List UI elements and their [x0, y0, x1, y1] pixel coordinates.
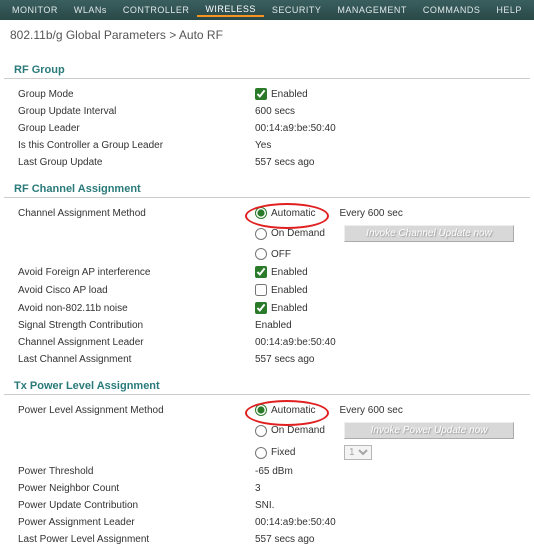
label-avoid-cisco: Avoid Cisco AP load — [0, 285, 255, 296]
text-automatic: Automatic — [271, 405, 315, 416]
label-power-method: Power Level Assignment Method — [0, 405, 255, 416]
row-channel-off: OFF — [0, 245, 534, 263]
section-title-tx-power: Tx Power Level Assignment — [4, 376, 530, 395]
text-automatic: Automatic — [271, 208, 315, 219]
text-channel-every: Every 600 sec — [339, 208, 402, 219]
breadcrumb: 802.11b/g Global Parameters > Auto RF — [0, 20, 534, 52]
label-channel-assignment-leader: Channel Assignment Leader — [0, 337, 255, 348]
label-group-leader: Group Leader — [0, 123, 255, 134]
row-power-neighbor-count: Power Neighbor Count 3 — [0, 480, 534, 497]
checkbox-avoid-foreign[interactable] — [255, 266, 267, 278]
text-power-every: Every 600 sec — [339, 405, 402, 416]
radio-channel-off[interactable] — [255, 248, 267, 260]
row-channel-assignment-leader: Channel Assignment Leader 00:14:a9:be:50… — [0, 334, 534, 351]
label-last-channel-assignment: Last Channel Assignment — [0, 354, 255, 365]
label-group-mode: Group Mode — [0, 89, 255, 100]
value-channel-assignment-leader: 00:14:a9:be:50:40 — [255, 337, 534, 348]
row-avoid-foreign: Avoid Foreign AP interference Enabled — [0, 263, 534, 281]
value-power-threshold: -65 dBm — [255, 466, 534, 477]
invoke-power-update-button[interactable]: Invoke Power Update now — [344, 422, 514, 439]
text-enabled: Enabled — [271, 285, 308, 296]
label-avoid-non80211b: Avoid non-802.11b noise — [0, 303, 255, 314]
value-power-update-contrib: SNI. — [255, 500, 534, 511]
value-power-assignment-leader: 00:14:a9:be:50:40 — [255, 517, 534, 528]
text-fixed: Fixed — [271, 447, 295, 458]
label-last-power-assignment: Last Power Level Assignment — [0, 534, 255, 545]
row-power-method: Power Level Assignment Method Automatic … — [0, 401, 534, 419]
row-channel-method: Channel Assignment Method Automatic Ever… — [0, 204, 534, 222]
row-avoid-cisco: Avoid Cisco AP load Enabled — [0, 281, 534, 299]
checkbox-avoid-non80211b[interactable] — [255, 302, 267, 314]
text-enabled: Enabled — [271, 267, 308, 278]
label-avoid-foreign: Avoid Foreign AP interference — [0, 267, 255, 278]
row-group-leader: Group Leader 00:14:a9:be:50:40 — [0, 120, 534, 137]
nav-controller[interactable]: CONTROLLER — [115, 5, 198, 15]
label-power-update-contrib: Power Update Contribution — [0, 500, 255, 511]
row-last-power-assignment: Last Power Level Assignment 557 secs ago — [0, 531, 534, 548]
section-title-rf-channel: RF Channel Assignment — [4, 179, 530, 198]
value-power-neighbor-count: 3 — [255, 483, 534, 494]
section-title-rf-group: RF Group — [4, 60, 530, 79]
nav-management[interactable]: MANAGEMENT — [329, 5, 415, 15]
value-last-group-update: 557 secs ago — [255, 157, 534, 168]
label-is-leader: Is this Controller a Group Leader — [0, 140, 255, 151]
nav-help[interactable]: HELP — [488, 5, 530, 15]
row-signal-strength: Signal Strength Contribution Enabled — [0, 317, 534, 334]
value-group-leader: 00:14:a9:be:50:40 — [255, 123, 534, 134]
nav-wlans[interactable]: WLANs — [66, 5, 115, 15]
checkbox-avoid-cisco[interactable] — [255, 284, 267, 296]
row-group-mode: Group Mode Enabled — [0, 85, 534, 103]
label-power-assignment-leader: Power Assignment Leader — [0, 517, 255, 528]
text-enabled: Enabled — [271, 89, 308, 100]
radio-channel-automatic[interactable] — [255, 207, 267, 219]
value-last-power-assignment: 557 secs ago — [255, 534, 534, 545]
row-power-update-contrib: Power Update Contribution SNI. — [0, 497, 534, 514]
radio-channel-on-demand[interactable] — [255, 228, 267, 240]
label-power-threshold: Power Threshold — [0, 466, 255, 477]
label-signal-strength: Signal Strength Contribution — [0, 320, 255, 331]
label-channel-method: Channel Assignment Method — [0, 208, 255, 219]
top-nav: MONITOR WLANs CONTROLLER WIRELESS SECURI… — [0, 0, 534, 20]
row-power-fixed: Fixed 1 — [0, 442, 534, 463]
row-channel-on-demand: On Demand Invoke Channel Update now — [0, 222, 534, 245]
radio-power-automatic[interactable] — [255, 404, 267, 416]
row-last-group-update: Last Group Update 557 secs ago — [0, 154, 534, 171]
label-group-update-interval: Group Update Interval — [0, 106, 255, 117]
radio-power-fixed[interactable] — [255, 447, 267, 459]
nav-security[interactable]: SECURITY — [264, 5, 330, 15]
text-off: OFF — [271, 249, 291, 260]
value-last-channel-assignment: 557 secs ago — [255, 354, 534, 365]
row-last-channel-assignment: Last Channel Assignment 557 secs ago — [0, 351, 534, 368]
text-enabled: Enabled — [271, 303, 308, 314]
checkbox-group-mode[interactable] — [255, 88, 267, 100]
label-last-group-update: Last Group Update — [0, 157, 255, 168]
text-on-demand: On Demand — [271, 228, 325, 239]
row-avoid-non80211b: Avoid non-802.11b noise Enabled — [0, 299, 534, 317]
select-power-fixed-level[interactable]: 1 — [344, 445, 372, 460]
nav-monitor[interactable]: MONITOR — [4, 5, 66, 15]
row-is-leader: Is this Controller a Group Leader Yes — [0, 137, 534, 154]
value-signal-strength: Enabled — [255, 320, 534, 331]
text-on-demand: On Demand — [271, 425, 325, 436]
value-group-update-interval: 600 secs — [255, 106, 534, 117]
nav-commands[interactable]: COMMANDS — [415, 5, 489, 15]
radio-power-on-demand[interactable] — [255, 425, 267, 437]
row-power-assignment-leader: Power Assignment Leader 00:14:a9:be:50:4… — [0, 514, 534, 531]
invoke-channel-update-button[interactable]: Invoke Channel Update now — [344, 225, 514, 242]
row-power-on-demand: On Demand Invoke Power Update now — [0, 419, 534, 442]
label-power-neighbor-count: Power Neighbor Count — [0, 483, 255, 494]
nav-wireless[interactable]: WIRELESS — [197, 4, 264, 17]
row-power-threshold: Power Threshold -65 dBm — [0, 463, 534, 480]
value-is-leader: Yes — [255, 140, 534, 151]
row-group-update-interval: Group Update Interval 600 secs — [0, 103, 534, 120]
